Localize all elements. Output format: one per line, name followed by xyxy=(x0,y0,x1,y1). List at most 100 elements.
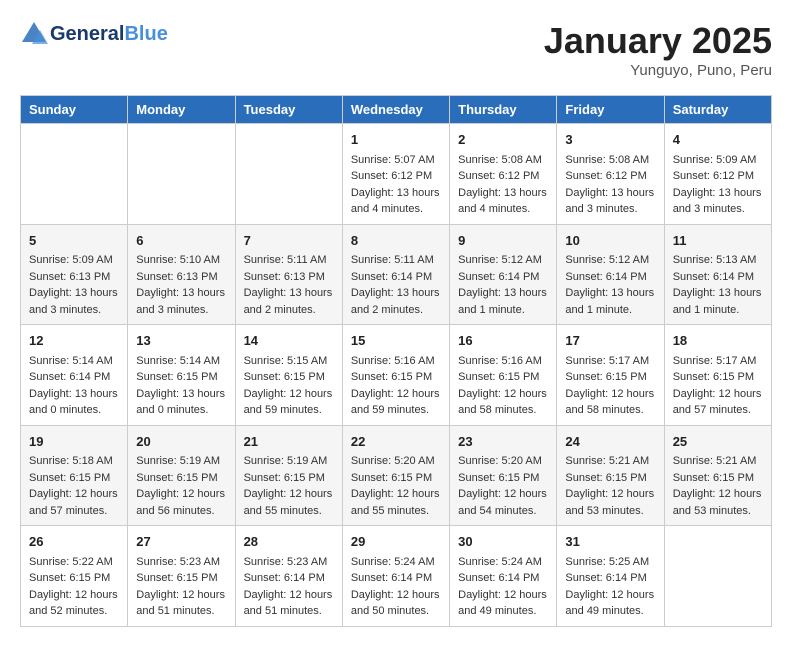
day-number: 9 xyxy=(458,231,548,251)
calendar-cell xyxy=(235,124,342,225)
cell-info: Sunrise: 5:16 AMSunset: 6:15 PMDaylight:… xyxy=(458,353,548,419)
day-number: 14 xyxy=(244,331,334,351)
calendar-cell: 26Sunrise: 5:22 AMSunset: 6:15 PMDayligh… xyxy=(21,526,128,627)
cell-info: Sunrise: 5:21 AMSunset: 6:15 PMDaylight:… xyxy=(565,453,655,519)
day-number: 5 xyxy=(29,231,119,251)
logo-icon xyxy=(20,20,48,48)
cell-info: Sunrise: 5:08 AMSunset: 6:12 PMDaylight:… xyxy=(458,152,548,218)
day-number: 24 xyxy=(565,432,655,452)
day-number: 10 xyxy=(565,231,655,251)
cell-info: Sunrise: 5:14 AMSunset: 6:14 PMDaylight:… xyxy=(29,353,119,419)
calendar-week-2: 5Sunrise: 5:09 AMSunset: 6:13 PMDaylight… xyxy=(21,224,772,325)
cell-info: Sunrise: 5:12 AMSunset: 6:14 PMDaylight:… xyxy=(458,252,548,318)
day-number: 6 xyxy=(136,231,226,251)
calendar-cell: 8Sunrise: 5:11 AMSunset: 6:14 PMDaylight… xyxy=(342,224,449,325)
calendar-cell xyxy=(664,526,771,627)
cell-info: Sunrise: 5:19 AMSunset: 6:15 PMDaylight:… xyxy=(244,453,334,519)
cell-info: Sunrise: 5:07 AMSunset: 6:12 PMDaylight:… xyxy=(351,152,441,218)
day-number: 15 xyxy=(351,331,441,351)
calendar-cell: 15Sunrise: 5:16 AMSunset: 6:15 PMDayligh… xyxy=(342,325,449,426)
calendar-cell: 9Sunrise: 5:12 AMSunset: 6:14 PMDaylight… xyxy=(450,224,557,325)
cell-info: Sunrise: 5:21 AMSunset: 6:15 PMDaylight:… xyxy=(673,453,763,519)
month-title: January 2025 xyxy=(544,20,772,62)
calendar-cell: 7Sunrise: 5:11 AMSunset: 6:13 PMDaylight… xyxy=(235,224,342,325)
calendar-cell: 22Sunrise: 5:20 AMSunset: 6:15 PMDayligh… xyxy=(342,425,449,526)
cell-info: Sunrise: 5:17 AMSunset: 6:15 PMDaylight:… xyxy=(565,353,655,419)
cell-info: Sunrise: 5:19 AMSunset: 6:15 PMDaylight:… xyxy=(136,453,226,519)
weekday-header-tuesday: Tuesday xyxy=(235,96,342,124)
calendar-cell: 5Sunrise: 5:09 AMSunset: 6:13 PMDaylight… xyxy=(21,224,128,325)
day-number: 2 xyxy=(458,130,548,150)
day-number: 1 xyxy=(351,130,441,150)
calendar-cell: 2Sunrise: 5:08 AMSunset: 6:12 PMDaylight… xyxy=(450,124,557,225)
calendar-cell: 21Sunrise: 5:19 AMSunset: 6:15 PMDayligh… xyxy=(235,425,342,526)
calendar-cell: 19Sunrise: 5:18 AMSunset: 6:15 PMDayligh… xyxy=(21,425,128,526)
calendar-cell: 16Sunrise: 5:16 AMSunset: 6:15 PMDayligh… xyxy=(450,325,557,426)
day-number: 31 xyxy=(565,532,655,552)
calendar-week-4: 19Sunrise: 5:18 AMSunset: 6:15 PMDayligh… xyxy=(21,425,772,526)
cell-info: Sunrise: 5:11 AMSunset: 6:13 PMDaylight:… xyxy=(244,252,334,318)
weekday-header-thursday: Thursday xyxy=(450,96,557,124)
cell-info: Sunrise: 5:11 AMSunset: 6:14 PMDaylight:… xyxy=(351,252,441,318)
day-number: 26 xyxy=(29,532,119,552)
cell-info: Sunrise: 5:23 AMSunset: 6:14 PMDaylight:… xyxy=(244,554,334,620)
cell-info: Sunrise: 5:08 AMSunset: 6:12 PMDaylight:… xyxy=(565,152,655,218)
day-number: 28 xyxy=(244,532,334,552)
day-number: 12 xyxy=(29,331,119,351)
calendar-cell xyxy=(128,124,235,225)
calendar-week-3: 12Sunrise: 5:14 AMSunset: 6:14 PMDayligh… xyxy=(21,325,772,426)
weekday-header-saturday: Saturday xyxy=(664,96,771,124)
logo-general: General xyxy=(50,23,124,45)
calendar-cell: 17Sunrise: 5:17 AMSunset: 6:15 PMDayligh… xyxy=(557,325,664,426)
day-number: 30 xyxy=(458,532,548,552)
logo: GeneralBlue xyxy=(20,20,168,48)
cell-info: Sunrise: 5:25 AMSunset: 6:14 PMDaylight:… xyxy=(565,554,655,620)
day-number: 19 xyxy=(29,432,119,452)
cell-info: Sunrise: 5:12 AMSunset: 6:14 PMDaylight:… xyxy=(565,252,655,318)
calendar-cell: 1Sunrise: 5:07 AMSunset: 6:12 PMDaylight… xyxy=(342,124,449,225)
calendar-cell: 30Sunrise: 5:24 AMSunset: 6:14 PMDayligh… xyxy=(450,526,557,627)
cell-info: Sunrise: 5:23 AMSunset: 6:15 PMDaylight:… xyxy=(136,554,226,620)
cell-info: Sunrise: 5:16 AMSunset: 6:15 PMDaylight:… xyxy=(351,353,441,419)
day-number: 16 xyxy=(458,331,548,351)
day-number: 3 xyxy=(565,130,655,150)
location: Yunguyo, Puno, Peru xyxy=(544,62,772,79)
calendar-cell: 14Sunrise: 5:15 AMSunset: 6:15 PMDayligh… xyxy=(235,325,342,426)
weekday-header-wednesday: Wednesday xyxy=(342,96,449,124)
day-number: 25 xyxy=(673,432,763,452)
day-number: 29 xyxy=(351,532,441,552)
weekday-header-sunday: Sunday xyxy=(21,96,128,124)
cell-info: Sunrise: 5:20 AMSunset: 6:15 PMDaylight:… xyxy=(458,453,548,519)
day-number: 13 xyxy=(136,331,226,351)
day-number: 22 xyxy=(351,432,441,452)
cell-info: Sunrise: 5:10 AMSunset: 6:13 PMDaylight:… xyxy=(136,252,226,318)
calendar-cell: 23Sunrise: 5:20 AMSunset: 6:15 PMDayligh… xyxy=(450,425,557,526)
calendar-cell: 25Sunrise: 5:21 AMSunset: 6:15 PMDayligh… xyxy=(664,425,771,526)
calendar-cell xyxy=(21,124,128,225)
calendar-cell: 28Sunrise: 5:23 AMSunset: 6:14 PMDayligh… xyxy=(235,526,342,627)
day-number: 4 xyxy=(673,130,763,150)
cell-info: Sunrise: 5:17 AMSunset: 6:15 PMDaylight:… xyxy=(673,353,763,419)
calendar-cell: 4Sunrise: 5:09 AMSunset: 6:12 PMDaylight… xyxy=(664,124,771,225)
calendar-cell: 20Sunrise: 5:19 AMSunset: 6:15 PMDayligh… xyxy=(128,425,235,526)
day-number: 27 xyxy=(136,532,226,552)
cell-info: Sunrise: 5:20 AMSunset: 6:15 PMDaylight:… xyxy=(351,453,441,519)
calendar-cell: 29Sunrise: 5:24 AMSunset: 6:14 PMDayligh… xyxy=(342,526,449,627)
cell-info: Sunrise: 5:15 AMSunset: 6:15 PMDaylight:… xyxy=(244,353,334,419)
calendar-cell: 13Sunrise: 5:14 AMSunset: 6:15 PMDayligh… xyxy=(128,325,235,426)
calendar-cell: 24Sunrise: 5:21 AMSunset: 6:15 PMDayligh… xyxy=(557,425,664,526)
calendar-cell: 18Sunrise: 5:17 AMSunset: 6:15 PMDayligh… xyxy=(664,325,771,426)
day-number: 7 xyxy=(244,231,334,251)
day-number: 23 xyxy=(458,432,548,452)
calendar-cell: 11Sunrise: 5:13 AMSunset: 6:14 PMDayligh… xyxy=(664,224,771,325)
cell-info: Sunrise: 5:14 AMSunset: 6:15 PMDaylight:… xyxy=(136,353,226,419)
title-block: January 2025 Yunguyo, Puno, Peru xyxy=(544,20,772,79)
calendar-cell: 10Sunrise: 5:12 AMSunset: 6:14 PMDayligh… xyxy=(557,224,664,325)
day-number: 18 xyxy=(673,331,763,351)
weekday-header-friday: Friday xyxy=(557,96,664,124)
day-number: 17 xyxy=(565,331,655,351)
page-header: GeneralBlue January 2025 Yunguyo, Puno, … xyxy=(20,20,772,79)
calendar-cell: 3Sunrise: 5:08 AMSunset: 6:12 PMDaylight… xyxy=(557,124,664,225)
calendar-cell: 31Sunrise: 5:25 AMSunset: 6:14 PMDayligh… xyxy=(557,526,664,627)
day-number: 11 xyxy=(673,231,763,251)
